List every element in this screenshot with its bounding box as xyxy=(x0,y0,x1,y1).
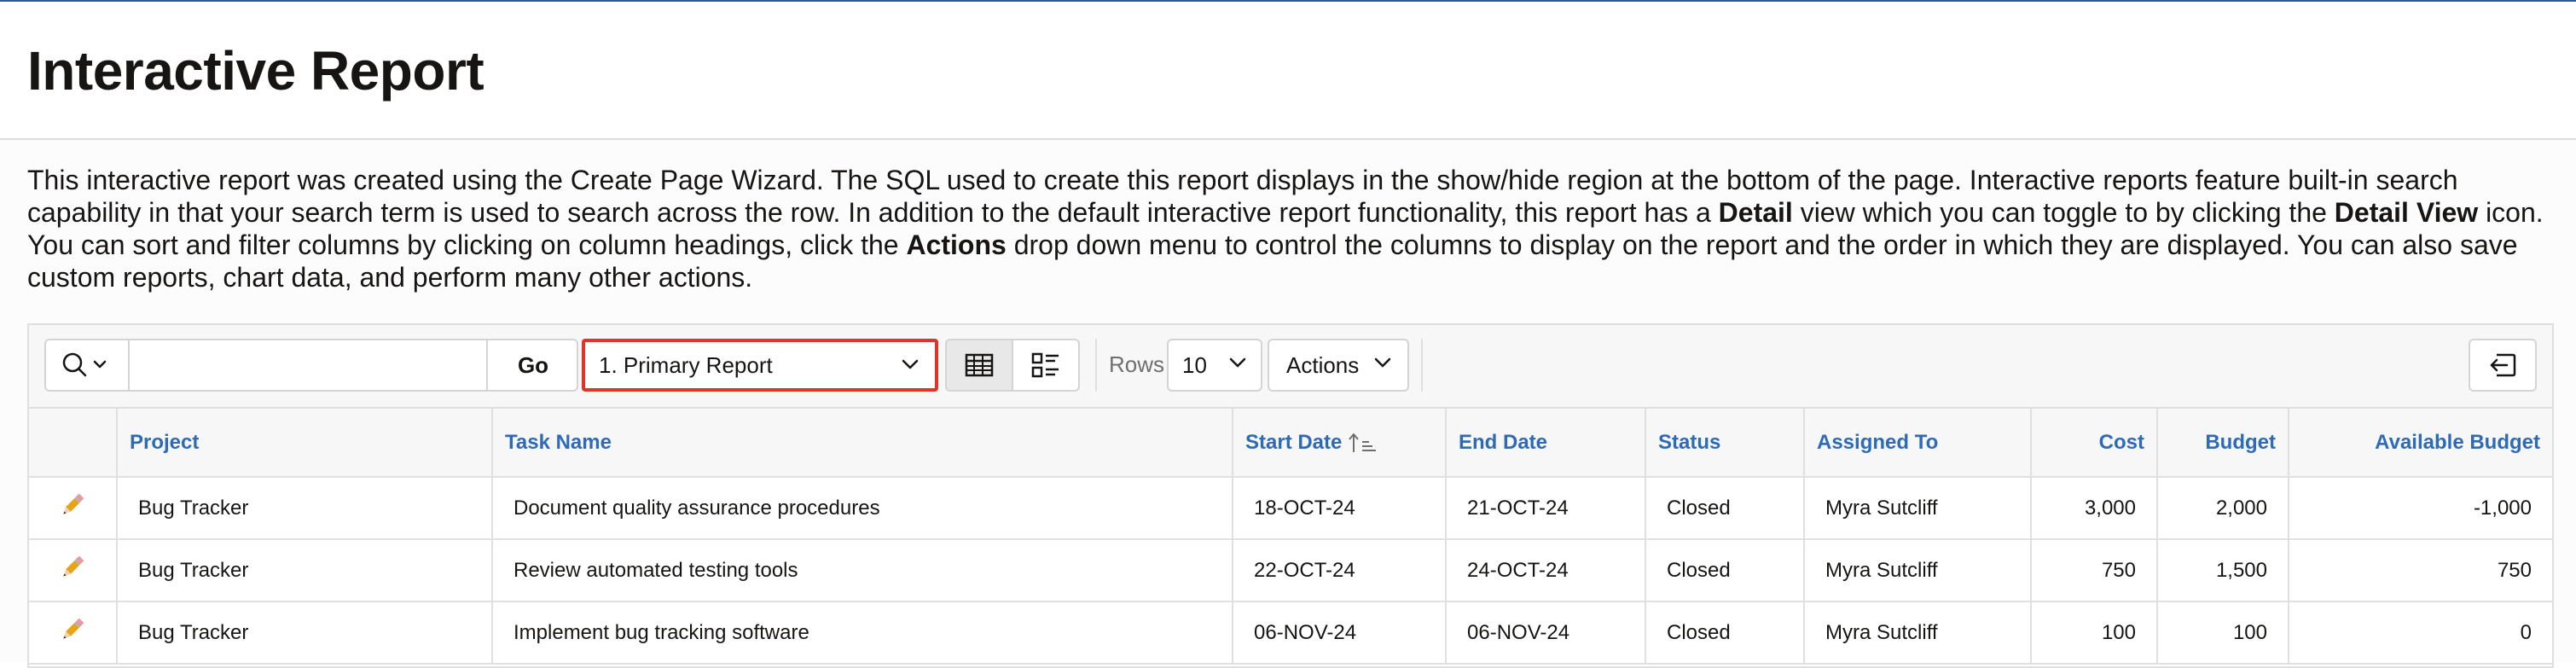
edit-cell xyxy=(29,539,118,602)
cell-budget: 100 xyxy=(2157,601,2289,665)
table-row: Bug Tracker Document quality assurance p… xyxy=(29,477,2552,540)
cell-budget: 2,000 xyxy=(2157,477,2289,540)
pencil-edit-icon[interactable] xyxy=(58,491,87,520)
search-input[interactable] xyxy=(128,340,486,390)
grid-view-button[interactable] xyxy=(945,339,1013,392)
chevron-down-icon xyxy=(902,359,919,369)
page-title: Interactive Report xyxy=(27,40,484,102)
detail-view-button[interactable] xyxy=(1012,339,1080,392)
column-header-budget[interactable]: Budget xyxy=(2157,409,2289,478)
description-text: view which you can toggle to by clicking… xyxy=(1792,197,2335,228)
table-header-row: Project Task Name Start Date End Date St… xyxy=(29,409,2552,478)
cell-status: Closed xyxy=(1645,477,1805,540)
rows-per-page-value: 10 xyxy=(1182,352,1207,378)
saved-report-select[interactable]: 1. Primary Report xyxy=(582,339,938,392)
cell-assigned-to: Myra Sutcliff xyxy=(1804,601,2032,665)
search-column-menu-button[interactable] xyxy=(46,340,130,390)
cell-task-name: Review automated testing tools xyxy=(492,539,1233,602)
reset-report-button[interactable] xyxy=(2469,339,2537,392)
cell-cost: 100 xyxy=(2031,601,2158,665)
cell-budget: 1,500 xyxy=(2157,539,2289,602)
cell-assigned-to: Myra Sutcliff xyxy=(1804,539,2032,602)
search-icon xyxy=(62,352,107,377)
cell-task-name: Implement bug tracking software xyxy=(492,601,1233,665)
pencil-edit-icon[interactable] xyxy=(58,553,87,582)
cell-status: Closed xyxy=(1645,601,1805,665)
description-bold-actions: Actions xyxy=(906,229,1007,260)
rows-label: Rows xyxy=(1109,351,1165,377)
toolbar-separator xyxy=(1421,339,1423,392)
column-header-task-name[interactable]: Task Name xyxy=(492,409,1233,478)
rows-per-page-select[interactable]: 10 xyxy=(1167,339,1262,392)
cell-start-date: 06-NOV-24 xyxy=(1233,601,1447,665)
cell-available-budget: 0 xyxy=(2289,601,2552,665)
toolbar-separator xyxy=(1095,339,1097,392)
edit-cell xyxy=(29,601,118,665)
cell-end-date: 21-OCT-24 xyxy=(1446,477,1646,540)
pencil-edit-icon[interactable] xyxy=(58,615,87,644)
column-header-start-date[interactable]: Start Date xyxy=(1233,409,1447,478)
edit-cell xyxy=(29,477,118,540)
column-header-project[interactable]: Project xyxy=(117,409,493,478)
cell-cost: 750 xyxy=(2031,539,2158,602)
column-header-assigned-to[interactable]: Assigned To xyxy=(1804,409,2032,478)
cell-cost: 3,000 xyxy=(2031,477,2158,540)
report-description: This interactive report was created usin… xyxy=(27,164,2554,293)
cell-assigned-to: Myra Sutcliff xyxy=(1804,477,2032,540)
description-bold-detail: Detail xyxy=(1718,197,1793,228)
chevron-down-icon xyxy=(1374,357,1391,368)
report-table: Project Task Name Start Date End Date St… xyxy=(29,409,2552,665)
saved-report-label: 1. Primary Report xyxy=(599,352,773,378)
cell-start-date: 18-OCT-24 xyxy=(1233,477,1447,540)
cell-project: Bug Tracker xyxy=(117,601,493,665)
description-bold-detail-view: Detail View xyxy=(2334,197,2479,228)
page-content: This interactive report was created usin… xyxy=(0,140,2576,668)
column-header-status[interactable]: Status xyxy=(1645,409,1805,478)
actions-label: Actions xyxy=(1286,352,1360,378)
cell-end-date: 24-OCT-24 xyxy=(1446,539,1646,602)
column-header-start-date-label: Start Date xyxy=(1245,430,1343,454)
column-header-cost[interactable]: Cost xyxy=(2031,409,2158,478)
report-toolbar: Go 1. Primary Report Rows 10 Actions xyxy=(29,325,2552,409)
cell-available-budget: -1,000 xyxy=(2289,477,2552,540)
column-header-available-budget[interactable]: Available Budget xyxy=(2289,409,2552,478)
actions-menu-button[interactable]: Actions xyxy=(1268,339,1409,392)
table-row: Bug Tracker Review automated testing too… xyxy=(29,539,2552,602)
search-bar: Go xyxy=(44,339,578,392)
cell-end-date: 06-NOV-24 xyxy=(1446,601,1646,665)
detail-view-icon xyxy=(1031,352,1059,378)
cell-project: Bug Tracker xyxy=(117,539,493,602)
cell-status: Closed xyxy=(1645,539,1805,602)
cell-start-date: 22-OCT-24 xyxy=(1233,539,1447,602)
chevron-down-icon xyxy=(1229,357,1246,368)
go-button[interactable]: Go xyxy=(486,340,578,390)
interactive-report-region: Go 1. Primary Report Rows 10 Actions Pro… xyxy=(27,323,2554,668)
page-header: Interactive Report xyxy=(0,2,2576,140)
reset-icon xyxy=(2490,353,2516,377)
cell-project: Bug Tracker xyxy=(117,477,493,540)
table-row: Bug Tracker Implement bug tracking softw… xyxy=(29,601,2552,665)
column-header-edit xyxy=(29,409,118,478)
column-header-end-date[interactable]: End Date xyxy=(1446,409,1646,478)
sort-ascending-icon xyxy=(1349,433,1377,453)
grid-view-icon xyxy=(965,353,994,377)
cell-task-name: Document quality assurance procedures xyxy=(492,477,1233,540)
cell-available-budget: 750 xyxy=(2289,539,2552,602)
